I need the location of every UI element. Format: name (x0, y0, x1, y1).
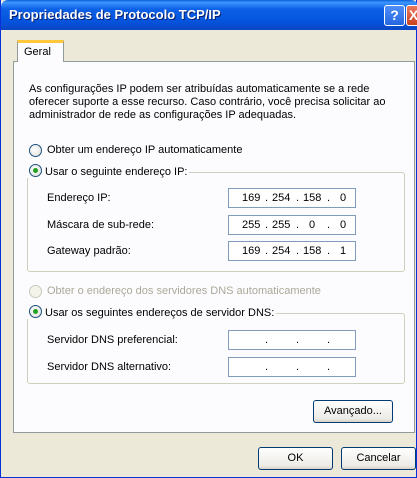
octet: 254 (272, 245, 291, 257)
octet: 0 (340, 219, 347, 231)
tcpip-properties-dialog: Propriedades de Protocolo TCP/IP ? X Ger… (0, 0, 417, 478)
subnet-mask-field[interactable]: 255 . 255 . 0 . 0 (228, 215, 356, 235)
octet-dot: . (265, 192, 269, 204)
ip-address-label: Endereço IP: (47, 192, 111, 204)
tab-geral-label: Geral (24, 46, 51, 58)
octet-dot: . (265, 334, 269, 346)
octet-dot: . (296, 192, 300, 204)
dns-auto-label[interactable]: Obter o endereço dos servidores DNS auto… (47, 285, 321, 297)
ip-manual-radio[interactable] (29, 164, 42, 177)
description-text: As configurações IP podem ser atribuídas… (29, 83, 386, 121)
title-bar[interactable]: Propriedades de Protocolo TCP/IP ? X (1, 0, 417, 30)
subnet-mask-label: Máscara de sub-rede: (47, 219, 154, 231)
preferred-dns-field[interactable]: . . . (228, 330, 356, 350)
ok-button[interactable]: OK (258, 447, 333, 470)
octet: 255 (242, 219, 261, 231)
alternate-dns-label: Servidor DNS alternativo: (47, 361, 172, 373)
octet-dot: . (327, 245, 331, 257)
octet: 0 (340, 192, 347, 204)
octet: 169 (242, 192, 261, 204)
close-icon[interactable]: X (406, 5, 417, 26)
ip-manual-label[interactable]: Usar o seguinte endereço IP: (45, 166, 187, 178)
octet-dot: . (296, 334, 300, 346)
ip-auto-radio[interactable] (29, 144, 42, 157)
octet: 254 (272, 192, 291, 204)
octet: 158 (303, 245, 322, 257)
octet-dot: . (327, 219, 331, 231)
octet-dot: . (327, 361, 331, 373)
dns-manual-label[interactable]: Usar os seguintes endereços de servidor … (45, 307, 274, 319)
octet-dot: . (327, 192, 331, 204)
octet: 158 (303, 192, 322, 204)
octet-dot: . (296, 245, 300, 257)
alternate-dns-field[interactable]: . . . (228, 357, 356, 377)
octet: 255 (272, 219, 291, 231)
preferred-dns-label: Servidor DNS preferencial: (47, 334, 178, 346)
octet-dot: . (296, 361, 300, 373)
dns-manual-radio[interactable] (29, 305, 42, 318)
dns-manual-legend: Usar os seguintes endereços de servidor … (27, 305, 277, 319)
octet-dot: . (265, 361, 269, 373)
advanced-button[interactable]: Avançado... (313, 400, 393, 423)
gateway-field[interactable]: 169 . 254 . 158 . 1 (228, 241, 356, 261)
octet-dot: . (265, 245, 269, 257)
ip-auto-label[interactable]: Obter um endereço IP automaticamente (47, 144, 242, 156)
help-icon[interactable]: ? (384, 5, 405, 26)
window-title: Propriedades de Protocolo TCP/IP (9, 7, 221, 22)
octet: 0 (309, 219, 316, 231)
dns-auto-radio[interactable] (29, 285, 42, 298)
octet-dot: . (296, 219, 300, 231)
tab-geral[interactable]: Geral (17, 40, 64, 62)
gateway-label: Gateway padrão: (47, 245, 131, 257)
octet: 1 (340, 245, 347, 257)
ip-manual-legend: Usar o seguinte endereço IP: (27, 164, 190, 178)
octet-dot: . (327, 334, 331, 346)
ip-address-field[interactable]: 169 . 254 . 158 . 0 (228, 188, 356, 208)
octet-dot: . (265, 219, 269, 231)
cancel-button[interactable]: Cancelar (341, 447, 416, 470)
octet: 169 (242, 245, 261, 257)
